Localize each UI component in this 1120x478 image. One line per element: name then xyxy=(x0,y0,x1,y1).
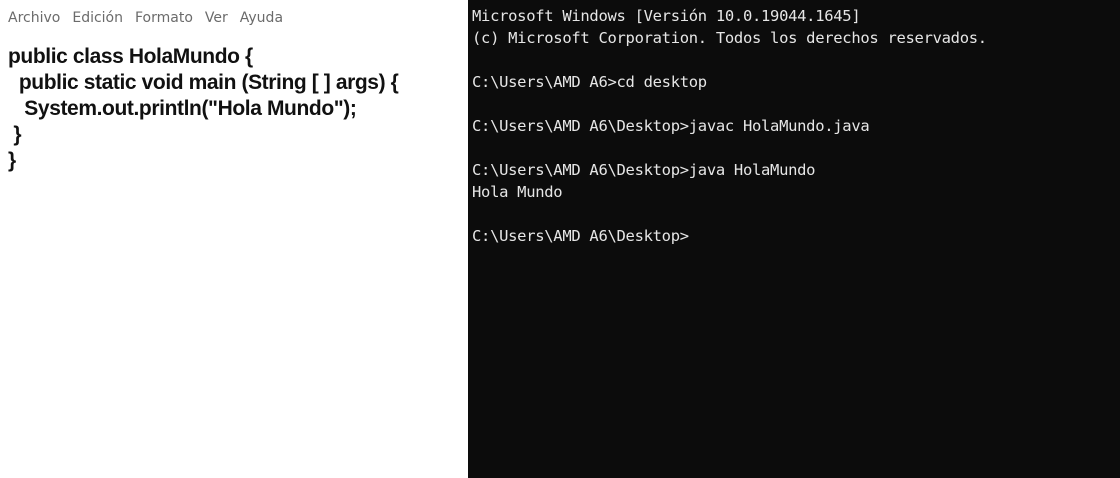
console-line: C:\Users\AMD A6\Desktop>javac HolaMundo.… xyxy=(472,117,870,135)
menu-ayuda[interactable]: Ayuda xyxy=(240,10,283,26)
notepad-text-area[interactable]: public class HolaMundo { public static v… xyxy=(8,44,460,174)
console-line: (c) Microsoft Corporation. Todos los der… xyxy=(472,29,987,47)
code-line: } xyxy=(8,149,16,172)
console-line: C:\Users\AMD A6>cd desktop xyxy=(472,73,707,91)
menu-formato[interactable]: Formato xyxy=(135,10,193,26)
menu-archivo[interactable]: Archivo xyxy=(8,10,60,26)
console-prompt-line[interactable]: C:\Users\AMD A6\Desktop> xyxy=(472,225,1120,247)
code-line: public class HolaMundo { xyxy=(8,45,253,68)
notepad-menubar: Archivo Edición Formato Ver Ayuda xyxy=(0,0,468,36)
menu-edicion[interactable]: Edición xyxy=(72,10,123,26)
code-line: System.out.println("Hola Mundo"); xyxy=(8,97,357,120)
console-line: C:\Users\AMD A6\Desktop>java HolaMundo xyxy=(472,161,816,179)
console-output: Microsoft Windows [Versión 10.0.19044.16… xyxy=(472,5,1120,247)
console-line: Hola Mundo xyxy=(472,183,563,201)
notepad-window: Archivo Edición Formato Ver Ayuda public… xyxy=(0,0,468,478)
code-line: } xyxy=(8,123,22,146)
screenshot-composite: Archivo Edición Formato Ver Ayuda public… xyxy=(0,0,1120,478)
command-prompt-window[interactable]: Microsoft Windows [Versión 10.0.19044.16… xyxy=(468,0,1120,478)
code-line: public static void main (String [ ] args… xyxy=(8,71,399,94)
menu-ver[interactable]: Ver xyxy=(205,10,228,26)
console-line: Microsoft Windows [Versión 10.0.19044.16… xyxy=(472,7,861,25)
